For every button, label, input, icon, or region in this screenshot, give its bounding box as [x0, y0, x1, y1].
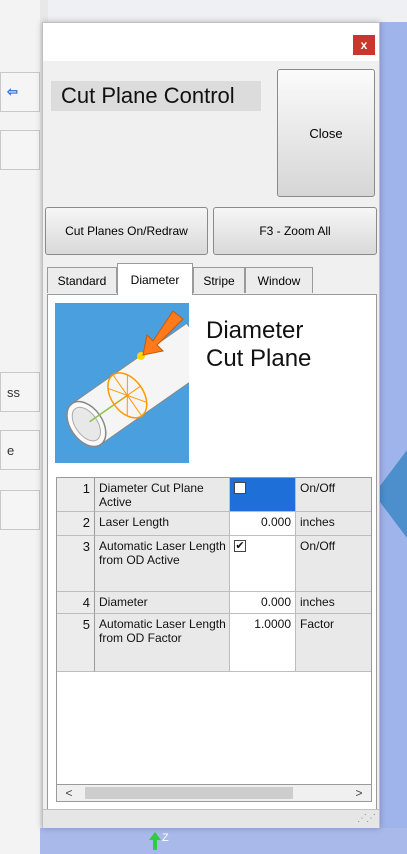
row-value-cell[interactable]: ✔ [230, 536, 296, 592]
cut-planes-redraw-button[interactable]: Cut Planes On/Redraw [45, 207, 208, 255]
diameter-tab-panel: Diameter Cut Plane 1 Diameter Cut Plane … [47, 294, 377, 824]
panel-heading-line1: Diameter [206, 317, 304, 344]
panel-heading-line2: Cut Plane [206, 345, 312, 372]
close-button[interactable]: Close [277, 69, 375, 197]
z-axis-icon [149, 832, 161, 850]
cut-plane-dialog: x Cut Plane Control Close Cut Planes On/… [42, 22, 380, 828]
row-name: Diameter Cut Plane Active [95, 478, 230, 512]
close-icon[interactable]: x [353, 35, 375, 55]
row-number: 2 [57, 512, 95, 536]
tab-stripe[interactable]: Stripe [193, 267, 245, 293]
tab-diameter[interactable]: Diameter [117, 263, 193, 295]
row-number: 4 [57, 592, 95, 614]
table-row[interactable]: 3 Automatic Laser Length from OD Active … [57, 536, 371, 592]
background-button-5[interactable] [0, 490, 40, 530]
scroll-left-icon[interactable]: < [59, 785, 79, 801]
status-bar: ⋰⋰ [43, 809, 379, 828]
tab-diameter-label: Diameter [130, 272, 180, 287]
background-button-label: ss [7, 384, 20, 400]
row-unit: On/Off [296, 478, 371, 512]
row-name: Laser Length [95, 512, 230, 536]
row-unit: On/Off [296, 536, 371, 592]
z-axis-label: Z [162, 832, 169, 844]
zoom-all-label: F3 - Zoom All [259, 224, 331, 238]
panel-heading: Diameter Cut Plane [206, 317, 311, 373]
row-number: 1 [57, 478, 95, 512]
table-row[interactable]: 2 Laser Length 0.000 inches [57, 512, 371, 536]
row-number: 3 [57, 536, 95, 592]
scroll-right-icon[interactable]: > [349, 785, 369, 801]
tab-window-label: Window [257, 273, 301, 288]
row-name: Automatic Laser Length from OD Active [95, 536, 230, 592]
cut-planes-redraw-label: Cut Planes On/Redraw [65, 224, 188, 238]
tab-bar: Standard Diameter Stripe Window [47, 263, 377, 295]
background-button-3[interactable]: ss [0, 372, 40, 412]
background-left-panel [0, 0, 40, 854]
row-unit: inches [296, 512, 371, 536]
background-button-1[interactable]: ⇦ [0, 72, 40, 112]
row-value[interactable]: 0.000 [230, 592, 296, 614]
tab-standard-label: Standard [57, 273, 107, 288]
auto-length-checkbox[interactable]: ✔ [234, 540, 246, 552]
horizontal-scrollbar[interactable]: < > [56, 784, 372, 802]
row-name: Automatic Laser Length from OD Factor [95, 614, 230, 672]
background-button-label: e [7, 442, 15, 458]
active-checkbox[interactable] [234, 482, 246, 494]
row-name: Diameter [95, 592, 230, 614]
background-button-4[interactable]: e [0, 430, 40, 470]
row-value[interactable]: 0.000 [230, 512, 296, 536]
row-unit: inches [296, 592, 371, 614]
table-row[interactable]: 1 Diameter Cut Plane Active On/Off [57, 478, 371, 512]
dialog-title: Cut Plane Control [51, 81, 261, 111]
table-row[interactable]: 5 Automatic Laser Length from OD Factor … [57, 614, 371, 672]
tab-window[interactable]: Window [245, 267, 313, 293]
dialog-titlebar[interactable]: x [43, 23, 379, 61]
background-top-bar [48, 0, 407, 23]
scrollbar-thumb[interactable] [85, 787, 293, 799]
row-value[interactable]: 1.0000 [230, 614, 296, 672]
viewport-bottom[interactable] [40, 828, 407, 854]
table-row[interactable]: 4 Diameter 0.000 inches [57, 592, 371, 614]
property-grid: 1 Diameter Cut Plane Active On/Off 2 Las… [56, 477, 372, 797]
background-button-2[interactable] [0, 130, 40, 170]
resize-grip-icon[interactable]: ⋰⋰ [357, 813, 376, 824]
row-unit: Factor [296, 614, 371, 672]
row-number: 5 [57, 614, 95, 672]
tab-standard[interactable]: Standard [47, 267, 117, 293]
diameter-cut-plane-illustration [55, 303, 189, 463]
background-button-arrow-icon: ⇦ [7, 84, 18, 99]
row-value-cell[interactable] [230, 478, 296, 512]
tab-stripe-label: Stripe [203, 273, 235, 288]
close-button-label: Close [309, 125, 343, 141]
zoom-all-button[interactable]: F3 - Zoom All [213, 207, 377, 255]
